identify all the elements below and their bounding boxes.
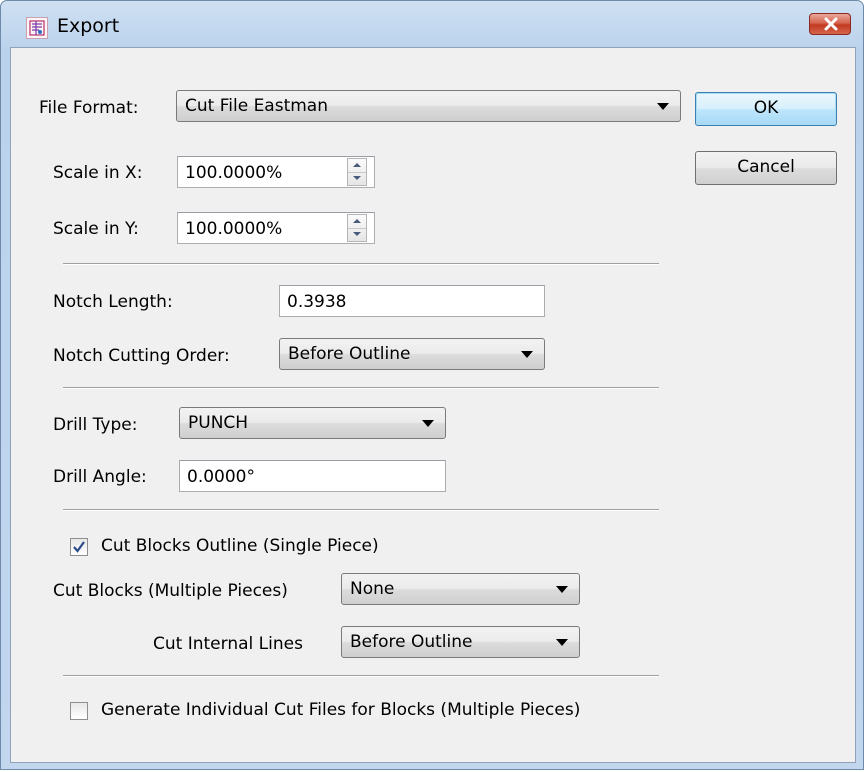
cut-blocks-multiple-label: Cut Blocks (Multiple Pieces) xyxy=(53,581,288,601)
cut-internal-lines-label: Cut Internal Lines xyxy=(153,634,303,654)
export-dialog: Export File Format: Cut File Eastman OK … xyxy=(0,0,864,770)
dialog-body: File Format: Cut File Eastman OK Cancel … xyxy=(10,47,856,763)
file-format-select[interactable]: Cut File Eastman xyxy=(176,90,681,122)
cut-blocks-multiple-select[interactable]: None xyxy=(341,573,580,605)
ok-button[interactable]: OK xyxy=(695,92,837,126)
chevron-down-icon xyxy=(657,103,669,110)
generate-cut-files-label[interactable]: Generate Individual Cut Files for Blocks… xyxy=(101,700,580,720)
separator xyxy=(63,387,659,389)
spin-up-icon[interactable] xyxy=(348,215,366,229)
checkmark-icon xyxy=(73,541,85,553)
chevron-down-icon xyxy=(422,420,434,427)
drill-type-select[interactable]: PUNCH xyxy=(179,407,446,439)
drill-angle-value: 0.0000° xyxy=(187,467,255,487)
drill-angle-label: Drill Angle: xyxy=(53,467,147,487)
dialog-title: Export xyxy=(57,15,120,37)
notch-order-select[interactable]: Before Outline xyxy=(279,338,545,370)
file-format-value: Cut File Eastman xyxy=(185,96,328,116)
spin-down-icon[interactable] xyxy=(348,228,366,241)
file-format-label: File Format: xyxy=(39,98,139,118)
chevron-down-icon xyxy=(521,351,533,358)
cut-blocks-multiple-value: None xyxy=(350,579,395,599)
cut-blocks-outline-checkbox[interactable] xyxy=(70,538,88,556)
notch-length-value: 0.3938 xyxy=(287,292,347,312)
generate-cut-files-checkbox[interactable] xyxy=(70,702,88,720)
scale-x-spinner[interactable] xyxy=(347,158,367,186)
notch-length-label: Notch Length: xyxy=(53,292,173,312)
scale-y-label: Scale in Y: xyxy=(53,219,139,239)
scale-y-spinner[interactable] xyxy=(347,214,367,242)
drill-type-label: Drill Type: xyxy=(53,415,138,435)
separator xyxy=(63,675,659,677)
scale-x-value: 100.0000% xyxy=(185,163,283,183)
chevron-down-icon xyxy=(556,586,568,593)
drill-type-value: PUNCH xyxy=(188,413,249,433)
export-app-icon xyxy=(26,17,48,39)
cancel-button[interactable]: Cancel xyxy=(695,151,837,185)
cut-internal-lines-value: Before Outline xyxy=(350,632,473,652)
cut-blocks-outline-label[interactable]: Cut Blocks Outline (Single Piece) xyxy=(101,536,379,556)
title-bar[interactable]: Export xyxy=(1,1,863,47)
close-button[interactable] xyxy=(809,13,851,35)
separator xyxy=(63,263,659,265)
drill-angle-input[interactable]: 0.0000° xyxy=(179,460,446,492)
chevron-down-icon xyxy=(556,639,568,646)
scale-x-input[interactable]: 100.0000% xyxy=(177,156,375,188)
close-icon xyxy=(824,17,838,31)
spin-down-icon[interactable] xyxy=(348,172,366,185)
scale-y-input[interactable]: 100.0000% xyxy=(177,212,375,244)
spin-up-icon[interactable] xyxy=(348,159,366,173)
scale-y-value: 100.0000% xyxy=(185,219,283,239)
scale-x-label: Scale in X: xyxy=(53,163,143,183)
cut-internal-lines-select[interactable]: Before Outline xyxy=(341,626,580,658)
separator xyxy=(63,509,659,511)
notch-order-value: Before Outline xyxy=(288,344,411,364)
notch-order-label: Notch Cutting Order: xyxy=(53,346,230,366)
notch-length-input[interactable]: 0.3938 xyxy=(279,285,545,317)
